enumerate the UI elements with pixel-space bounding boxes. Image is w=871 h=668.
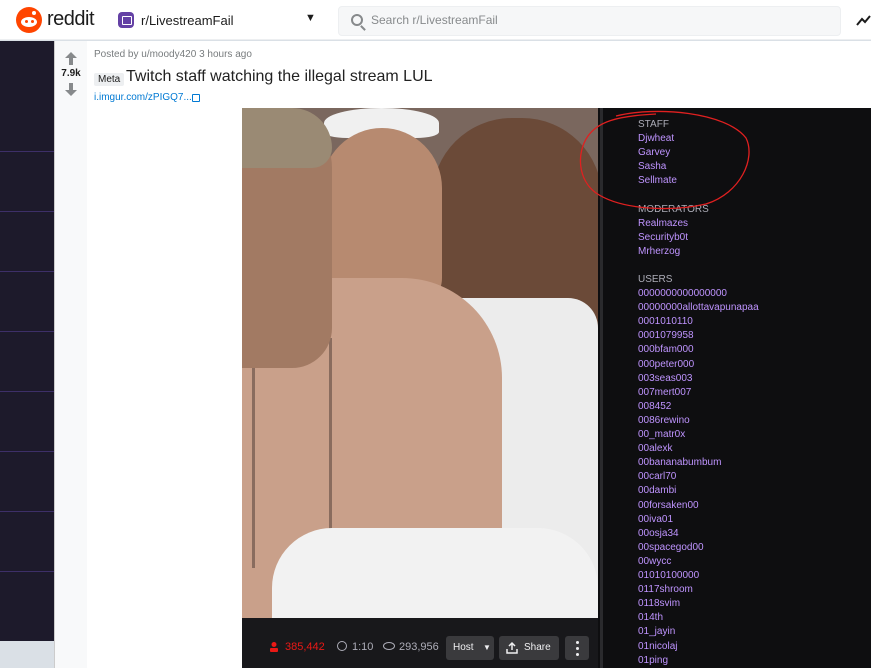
chatter-name[interactable]: 00iva01 xyxy=(638,514,673,525)
post-flair[interactable]: Meta xyxy=(94,73,125,86)
vote-count: 7.9k xyxy=(61,68,81,79)
chatter-name[interactable]: 01_jayin xyxy=(638,626,675,637)
share-label: Share xyxy=(524,642,551,653)
page-background-bottom xyxy=(0,641,54,668)
chatter-name[interactable]: 003seas003 xyxy=(638,373,693,384)
host-button[interactable]: Host ▼ xyxy=(446,636,494,660)
chatter-name[interactable]: 0001010110 xyxy=(638,316,693,327)
chatter-name[interactable]: 007mert007 xyxy=(638,387,691,398)
post-title[interactable]: Twitch staff watching the illegal stream… xyxy=(126,68,433,86)
chatter-name[interactable]: 00_matr0x xyxy=(638,429,685,440)
chatter-name[interactable]: 01nicolaj xyxy=(638,641,677,652)
reddit-header: reddit r/LivestreamFail ▼ xyxy=(0,0,871,40)
search-icon xyxy=(351,14,363,26)
post-meta: Posted by u/moody420 3 hours ago xyxy=(94,49,252,60)
downvote-icon[interactable] xyxy=(65,83,77,96)
more-options-button[interactable] xyxy=(565,636,589,660)
chatter-name[interactable]: 00osja34 xyxy=(638,528,679,539)
chatter-name[interactable]: Realmazes xyxy=(638,218,688,229)
chatter-name[interactable]: 00alexk xyxy=(638,443,672,454)
chatter-name[interactable]: 00carl70 xyxy=(638,471,676,482)
chatter-name[interactable]: 00forsaken00 xyxy=(638,500,699,511)
chatter-name[interactable]: 0118svim xyxy=(638,598,680,609)
chatter-name[interactable]: 01010100000 xyxy=(638,570,699,581)
chevron-down-icon[interactable]: ▼ xyxy=(483,643,491,652)
share-button[interactable]: Share xyxy=(499,636,559,660)
viewer-icon xyxy=(270,642,278,652)
chatter-name[interactable]: Mrherzog xyxy=(638,246,680,257)
search-bar[interactable] xyxy=(338,6,841,36)
trending-icon[interactable] xyxy=(856,13,871,27)
chatter-name[interactable]: 01ping xyxy=(638,655,668,666)
post-image[interactable]: 385,442 1:10 293,956 Host ▼ Share STAFF D… xyxy=(242,108,871,668)
chatter-name[interactable]: 008452 xyxy=(638,401,671,412)
users-header: USERS xyxy=(638,273,673,285)
chatter-name[interactable]: 00000000allottavapunapaa xyxy=(638,302,759,313)
player-controls: 385,442 1:10 293,956 Host ▼ Share xyxy=(242,618,598,668)
twitch-icon xyxy=(118,12,134,28)
search-input[interactable] xyxy=(371,13,811,27)
post-link[interactable]: i.imgur.com/zPIGQ7... xyxy=(94,92,192,103)
chatter-name[interactable]: 000bfam000 xyxy=(638,344,694,355)
subreddit-selector[interactable]: r/LivestreamFail ▼ xyxy=(110,5,326,35)
chatter-name[interactable]: 0117shroom xyxy=(638,584,693,595)
vote-column: 7.9k xyxy=(55,41,87,668)
chatter-name[interactable]: 00wycc xyxy=(638,556,671,567)
chatter-name[interactable]: Securityb0t xyxy=(638,232,688,243)
upvote-icon[interactable] xyxy=(65,52,77,65)
chatter-name[interactable]: 000peter000 xyxy=(638,359,694,370)
page-background xyxy=(0,41,54,641)
chevron-down-icon: ▼ xyxy=(305,12,316,24)
chatter-name[interactable]: 00spacegod00 xyxy=(638,542,704,553)
stream-uptime: 1:10 xyxy=(352,641,374,653)
chatter-name[interactable]: 0086rewino xyxy=(638,415,690,426)
reddit-wordmark[interactable]: reddit xyxy=(47,8,95,31)
eye-icon xyxy=(383,642,395,650)
chatter-name[interactable]: 00dambi xyxy=(638,485,676,496)
view-count: 293,956 xyxy=(399,641,439,653)
reddit-logo-icon[interactable] xyxy=(16,7,42,33)
host-label: Host xyxy=(453,642,474,653)
share-icon xyxy=(506,641,518,654)
annotation-circle xyxy=(579,110,750,210)
chatter-name[interactable]: 014th xyxy=(638,612,663,623)
clock-icon xyxy=(337,641,347,651)
stream-video xyxy=(242,108,598,618)
subreddit-name: r/LivestreamFail xyxy=(141,13,234,28)
chatter-name[interactable]: 0000000000000000 xyxy=(638,288,727,299)
chatter-name[interactable]: 00bananabumbum xyxy=(638,457,721,468)
external-link-icon xyxy=(192,94,200,102)
chatter-name[interactable]: 0001079958 xyxy=(638,330,694,341)
viewer-count: 385,442 xyxy=(285,641,325,653)
